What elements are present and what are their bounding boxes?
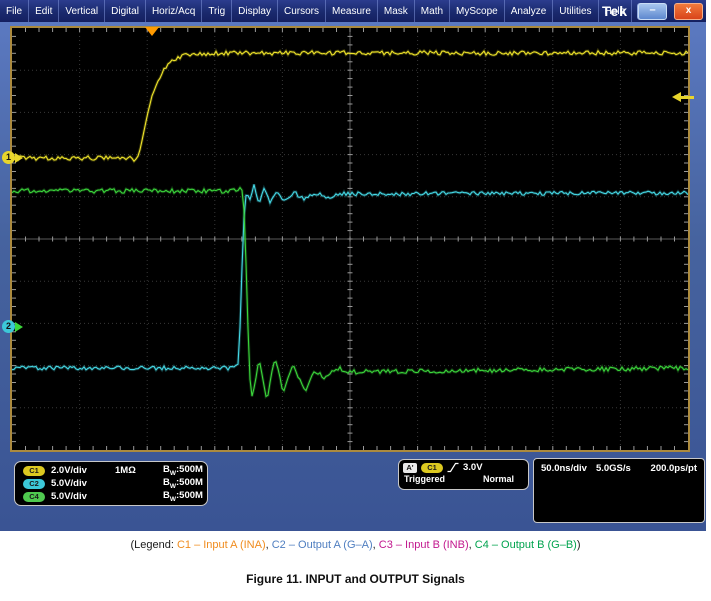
menu-item-myscope[interactable]: MyScope [450,0,505,22]
trigger-readout-row2: Triggered Normal [399,473,528,484]
tek-logo: Tek [602,3,628,19]
menu-item-digital[interactable]: Digital [105,0,146,22]
menu-item-utilities[interactable]: Utilities [553,0,598,22]
graticule-and-traces [12,28,688,450]
timebase-readout-box[interactable]: 50.0ns/div 5.0GS/s 200.0ps/pt [533,458,705,523]
menu-item-file[interactable]: File [0,0,29,22]
legend-part: C2 – Output A (G–A) [272,539,373,551]
channel-legend: (Legend: C1 – Input A (INA), C2 – Output… [0,539,711,551]
menu-item-math[interactable]: Math [415,0,450,22]
menu-item-analyze[interactable]: Analyze [505,0,554,22]
rising-edge-icon [447,462,459,473]
channel-readout-row: C4 5.0V/div BW:500M [15,490,207,503]
channel-scale: 2.0V/div [51,465,115,476]
channel2-reference-marker[interactable]: 2 [2,320,15,333]
trigger-channel-badge: C1 [421,463,443,473]
sample-resolution: 200.0ps/pt [651,463,697,474]
oscilloscope-window: FileEditVerticalDigitalHoriz/AcqTrigDisp… [0,0,706,531]
menu-item-measure[interactable]: Measure [326,0,378,22]
channel4-marker-arrow-icon [15,322,23,332]
channel-badge-c4[interactable]: C4 [23,492,45,502]
channel1-marker-arrow-icon [15,153,23,163]
figure-caption: Figure 11. INPUT and OUTPUT Signals [0,572,711,586]
menu-item-trig[interactable]: Trig [202,0,232,22]
menu-item-display[interactable]: Display [232,0,278,22]
channel-bandwidth: BW:500M [163,464,207,477]
channel-bandwidth: BW:500M [163,477,207,490]
legend-part: ) [577,539,581,551]
channel-scale: 5.0V/div [51,478,115,489]
legend-part: (Legend: [130,539,176,551]
menu-item-edit[interactable]: Edit [29,0,59,22]
channel-readout-box[interactable]: C12.0V/div1MΩBW:500MC25.0V/divBW:500MC45… [14,461,208,506]
trigger-mode: Normal [483,474,514,484]
menu-item-horiz-acq[interactable]: Horiz/Acq [146,0,202,22]
trigger-level-arrow-icon[interactable] [672,92,681,102]
channel-badge-c2[interactable]: C2 [23,479,45,489]
trigger-position-marker-icon[interactable] [145,27,159,36]
trigger-level-arrow-tail [681,96,694,99]
channel1-reference-marker[interactable]: 1 [2,151,15,164]
channel-impedance: 1MΩ [115,465,163,476]
legend-part: C1 – Input A (INA) [177,539,266,551]
trigger-source-badge: A' [403,463,417,473]
timebase-scale: 50.0ns/div [541,463,587,474]
trigger-level-value: 3.0V [463,462,483,473]
menu-bar: FileEditVerticalDigitalHoriz/AcqTrigDisp… [0,0,706,22]
menu-item-vertical[interactable]: Vertical [59,0,105,22]
channel-scale: 5.0V/div [51,491,115,502]
timebase-readout-row: 50.0ns/div 5.0GS/s 200.0ps/pt [534,459,704,474]
menu-item-mask[interactable]: Mask [378,0,415,22]
menu-item-cursors[interactable]: Cursors [278,0,326,22]
channel-readout-row: C2 5.0V/div BW:500M [15,477,207,490]
close-button[interactable]: x [674,3,703,20]
timebase-left-group: 50.0ns/div 5.0GS/s [541,463,631,474]
channel-bandwidth: BW:500M [163,490,207,503]
legend-part: C3 – Input B (INB) [379,539,469,551]
sample-rate: 5.0GS/s [596,463,631,474]
channel-readout-row: C1 2.0V/div1MΩBW:500M [15,464,207,477]
channel-badge-c1[interactable]: C1 [23,466,45,476]
waveform-display [10,26,690,452]
trigger-readout-box[interactable]: A' C1 3.0V Triggered Normal [398,459,529,490]
trigger-readout-row1: A' C1 3.0V [399,460,528,473]
trigger-state: Triggered [404,474,445,484]
legend-part: C4 – Output B (G–B) [475,539,577,551]
minimize-button[interactable]: – [638,3,667,20]
